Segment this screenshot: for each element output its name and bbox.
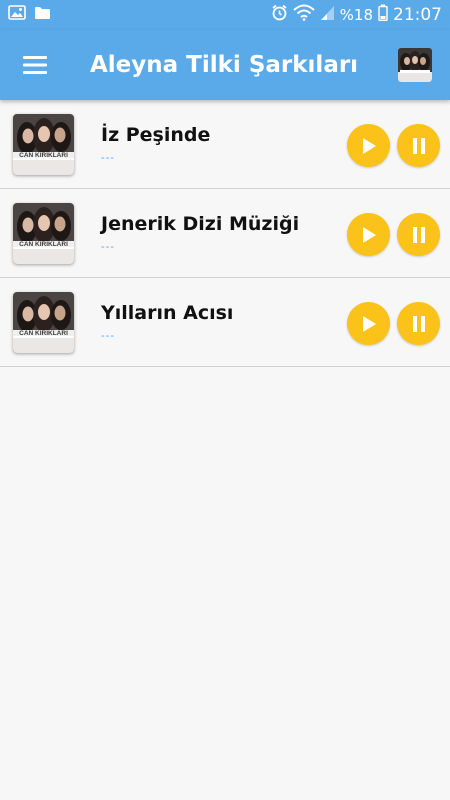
song-text: İz Peşinde --- — [101, 124, 210, 164]
song-title: Jenerik Dizi Müziği — [101, 213, 300, 235]
song-text: Jenerik Dizi Müziği --- — [101, 213, 299, 253]
song-subtitle: --- — [101, 330, 115, 342]
pause-icon — [412, 226, 425, 243]
hamburger-menu-icon — [23, 56, 47, 74]
status-bar: %18 21:07 — [0, 0, 450, 30]
song-subtitle: --- — [101, 241, 115, 253]
pause-button[interactable] — [397, 124, 440, 167]
app-title: Aleyna Tilki Şarkıları — [90, 52, 359, 78]
song-thumbnail: CAN KIRIKLARI — [13, 292, 74, 353]
alarm-icon — [271, 4, 288, 26]
list-item[interactable]: CAN KIRIKLARI İz Peşinde --- — [0, 100, 450, 189]
thumbnail-caption: CAN KIRIKLARI — [19, 152, 68, 159]
app-bar: Aleyna Tilki Şarkıları — [0, 30, 450, 100]
song-thumbnail: CAN KIRIKLARI — [13, 114, 74, 175]
song-thumbnail: CAN KIRIKLARI — [13, 203, 74, 264]
play-icon — [362, 226, 376, 243]
battery-icon — [378, 4, 388, 26]
play-icon — [362, 315, 376, 332]
song-text: Yılların Acısı --- — [101, 302, 233, 342]
pause-button[interactable] — [397, 213, 440, 256]
pause-button[interactable] — [397, 302, 440, 345]
signal-icon — [320, 5, 335, 26]
app-logo — [398, 48, 432, 82]
clock-time: 21:07 — [393, 5, 442, 25]
song-list: CAN KIRIKLARI İz Peşinde --- CAN KIRIKLA… — [0, 100, 450, 367]
play-button[interactable] — [347, 124, 390, 167]
image-notification-icon — [8, 5, 26, 25]
battery-percent: %18 — [339, 6, 373, 24]
pause-icon — [412, 137, 425, 154]
wifi-icon — [292, 4, 315, 26]
song-subtitle: --- — [101, 152, 115, 164]
pause-icon — [412, 315, 425, 332]
folder-notification-icon — [34, 6, 51, 25]
list-item[interactable]: CAN KIRIKLARI Yılların Acısı --- — [0, 278, 450, 367]
song-title: İz Peşinde — [101, 124, 211, 146]
list-item[interactable]: CAN KIRIKLARI Jenerik Dizi Müziği --- — [0, 189, 450, 278]
thumbnail-caption: CAN KIRIKLARI — [19, 241, 68, 248]
play-button[interactable] — [347, 213, 390, 256]
play-icon — [362, 137, 376, 154]
thumbnail-caption: CAN KIRIKLARI — [19, 330, 68, 337]
play-button[interactable] — [347, 302, 390, 345]
menu-button[interactable] — [0, 30, 70, 100]
song-title: Yılların Acısı — [101, 302, 234, 324]
